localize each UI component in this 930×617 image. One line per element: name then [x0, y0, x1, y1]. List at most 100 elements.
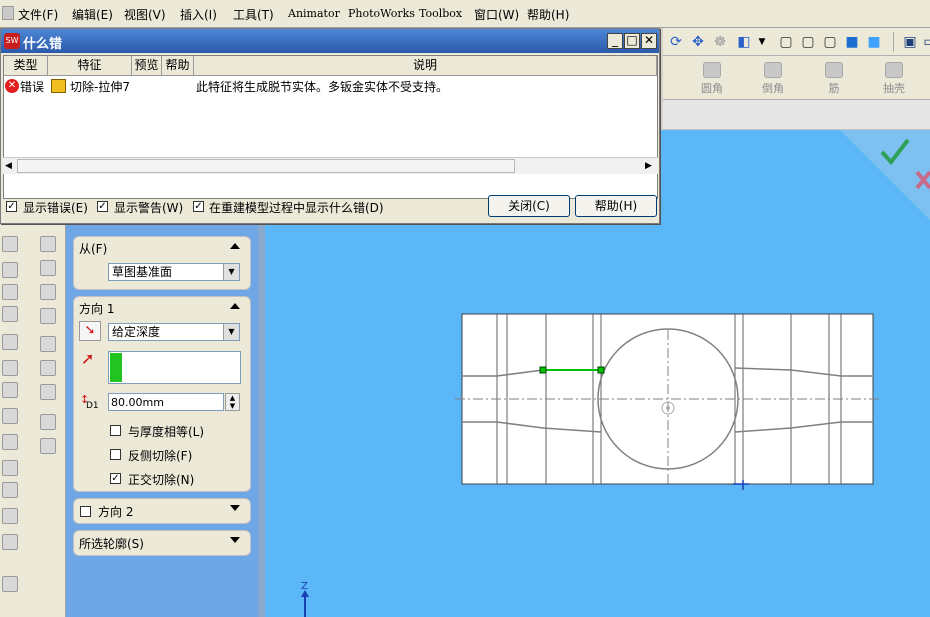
hole-icon[interactable] — [2, 360, 18, 376]
close-icon[interactable]: ✕ — [641, 33, 657, 49]
cube-icon[interactable] — [40, 284, 56, 300]
boss-icon[interactable] — [40, 236, 56, 252]
menu-help[interactable]: 帮助(H) — [527, 6, 569, 23]
close-button[interactable]: 关闭(C) — [488, 195, 570, 217]
error-list[interactable]: 类型 特征 预览 帮助 说明 ✕ 错误 切除-拉伸7 此特征将生成脱节实体。多钣… — [3, 55, 658, 199]
collapse-icon[interactable] — [230, 243, 240, 249]
from-group-title[interactable]: 从(F) — [79, 240, 107, 257]
offset-icon[interactable] — [40, 438, 56, 454]
show-on-rebuild-checkbox[interactable]: ✓ — [193, 201, 204, 212]
menu-insert[interactable]: 插入(I) — [180, 6, 217, 23]
minimize-icon[interactable]: _ — [607, 33, 623, 49]
from-select[interactable]: 草图基准面 ▼ — [108, 263, 240, 281]
expand-icon[interactable] — [230, 505, 240, 511]
display-icon[interactable]: ▣ — [901, 33, 919, 51]
sketch-point[interactable] — [597, 366, 605, 374]
menu-edit[interactable]: 编辑(E) — [72, 6, 113, 23]
maximize-icon[interactable]: □ — [624, 33, 640, 49]
jog-icon[interactable] — [2, 482, 18, 498]
loft-icon[interactable] — [2, 306, 18, 322]
direction2-checkbox[interactable] — [80, 506, 91, 517]
cut-icon[interactable] — [2, 334, 18, 350]
column-preview[interactable]: 预览 — [132, 56, 162, 76]
flip-side-label[interactable]: 反侧切除(F) — [128, 447, 192, 464]
menu-animator[interactable]: Animator — [288, 7, 340, 20]
column-description[interactable]: 说明 — [194, 56, 657, 76]
normal-cut-label[interactable]: 正交切除(N) — [128, 471, 194, 488]
chevron-down-icon[interactable]: ▼ — [223, 264, 239, 280]
menu-tools[interactable]: 工具(T) — [233, 6, 274, 23]
dialog-title-bar[interactable]: SW 什么错 _ □ ✕ — [1, 29, 659, 53]
scroll-left-icon[interactable]: ◀ — [5, 161, 12, 171]
direction1-title[interactable]: 方向 1 — [79, 300, 114, 317]
shell-button[interactable]: 抽壳 — [874, 62, 914, 96]
equal-thickness-checkbox[interactable] — [110, 425, 121, 436]
show-on-rebuild-label[interactable]: 在重建模型过程中显示什么错(D) — [209, 199, 384, 216]
column-help[interactable]: 帮助 — [162, 56, 194, 76]
normal-cut-checkbox[interactable]: ✓ — [110, 473, 121, 484]
hidden-lines-visible-icon[interactable]: ▢ — [799, 33, 817, 51]
shaded-with-edges-icon[interactable]: ■ — [843, 33, 861, 51]
relation-icon[interactable] — [40, 384, 56, 400]
panel-splitter[interactable] — [258, 224, 265, 617]
menu-photoworks[interactable]: PhotoWorks — [348, 7, 415, 20]
show-errors-checkbox[interactable]: ✓ — [6, 201, 17, 212]
rib-button[interactable]: 筋 — [814, 62, 854, 96]
sketch-tool-icon[interactable] — [2, 508, 18, 524]
hidden-lines-removed-icon[interactable]: ▢ — [821, 33, 839, 51]
chamfer-button[interactable]: 倒角 — [753, 62, 793, 96]
depth-spinner[interactable]: ▲ ▼ — [225, 393, 240, 411]
flip-side-checkbox[interactable] — [110, 449, 121, 460]
sweep-icon[interactable] — [2, 284, 18, 300]
scroll-right-icon[interactable]: ▶ — [645, 161, 652, 171]
reverse-direction-icon[interactable]: ➘ — [79, 321, 101, 341]
scrollbar-thumb[interactable] — [17, 159, 515, 173]
help-button[interactable]: 帮助(H) — [575, 195, 657, 217]
horizontal-scrollbar[interactable]: ◀ ▶ — [3, 157, 658, 174]
chevron-down-icon[interactable]: ▼ — [223, 324, 239, 340]
direction2-title[interactable]: 方向 2 — [98, 503, 133, 520]
smart-dimension-icon[interactable] — [40, 360, 56, 376]
show-warnings-checkbox[interactable]: ✓ — [97, 201, 108, 212]
spline-icon[interactable] — [2, 534, 18, 550]
show-errors-label[interactable]: 显示错误(E) — [23, 199, 88, 216]
line-icon[interactable] — [40, 336, 56, 352]
chevron-down-icon[interactable]: ▼ — [753, 33, 771, 51]
box-icon[interactable] — [40, 260, 56, 276]
menu-file[interactable]: 文件(F) — [18, 6, 58, 23]
depth-input[interactable] — [108, 393, 224, 411]
rotate-view-icon[interactable]: ⟳ — [667, 33, 685, 51]
collapse-icon[interactable] — [230, 303, 240, 309]
standard-views-icon[interactable]: ◧ — [735, 33, 753, 51]
miter-flange-icon[interactable] — [2, 434, 18, 450]
show-warnings-label[interactable]: 显示警告(W) — [114, 199, 183, 216]
menu-view[interactable]: 视图(V) — [124, 6, 166, 23]
hem-icon[interactable] — [2, 460, 18, 476]
sheet-metal-icon[interactable] — [2, 382, 18, 398]
column-feature[interactable]: 特征 — [48, 56, 132, 76]
menubar: 文件(F) 编辑(E) 视图(V) 插入(I) 工具(T) Animator P… — [0, 0, 930, 28]
column-type[interactable]: 类型 — [4, 56, 48, 76]
equal-thickness-label[interactable]: 与厚度相等(L) — [128, 423, 204, 440]
copy-icon[interactable] — [40, 414, 56, 430]
edge-flange-icon[interactable] — [2, 408, 18, 424]
sketch-point[interactable] — [539, 366, 547, 374]
wireframe-icon[interactable]: ▢ — [777, 33, 795, 51]
revolve-icon[interactable] — [2, 262, 18, 278]
feature-toolbar: 圆角 倒角 筋 抽壳 — [663, 56, 930, 100]
move-entity-icon[interactable] — [2, 576, 18, 592]
extrude-icon[interactable] — [2, 236, 18, 252]
selected-contours-title[interactable]: 所选轮廓(S) — [79, 535, 144, 552]
pan-icon[interactable]: ✥ — [689, 33, 707, 51]
menu-window[interactable]: 窗口(W) — [474, 6, 519, 23]
table-row[interactable]: ✕ 错误 切除-拉伸7 此特征将生成脱节实体。多钣金实体不受支持。 — [4, 77, 657, 95]
menu-toolbox[interactable]: Toolbox — [419, 7, 462, 20]
roll-view-icon[interactable]: ☸ — [711, 33, 729, 51]
expand-icon[interactable] — [230, 537, 240, 543]
fillet-button[interactable]: 圆角 — [692, 62, 732, 96]
direction-reference-box[interactable] — [108, 351, 241, 384]
end-condition-select[interactable]: 给定深度 ▼ — [108, 323, 240, 341]
monitor-icon[interactable]: ▭ — [921, 33, 930, 51]
dome-icon[interactable] — [40, 308, 56, 324]
shaded-icon[interactable]: ■ — [865, 33, 883, 51]
